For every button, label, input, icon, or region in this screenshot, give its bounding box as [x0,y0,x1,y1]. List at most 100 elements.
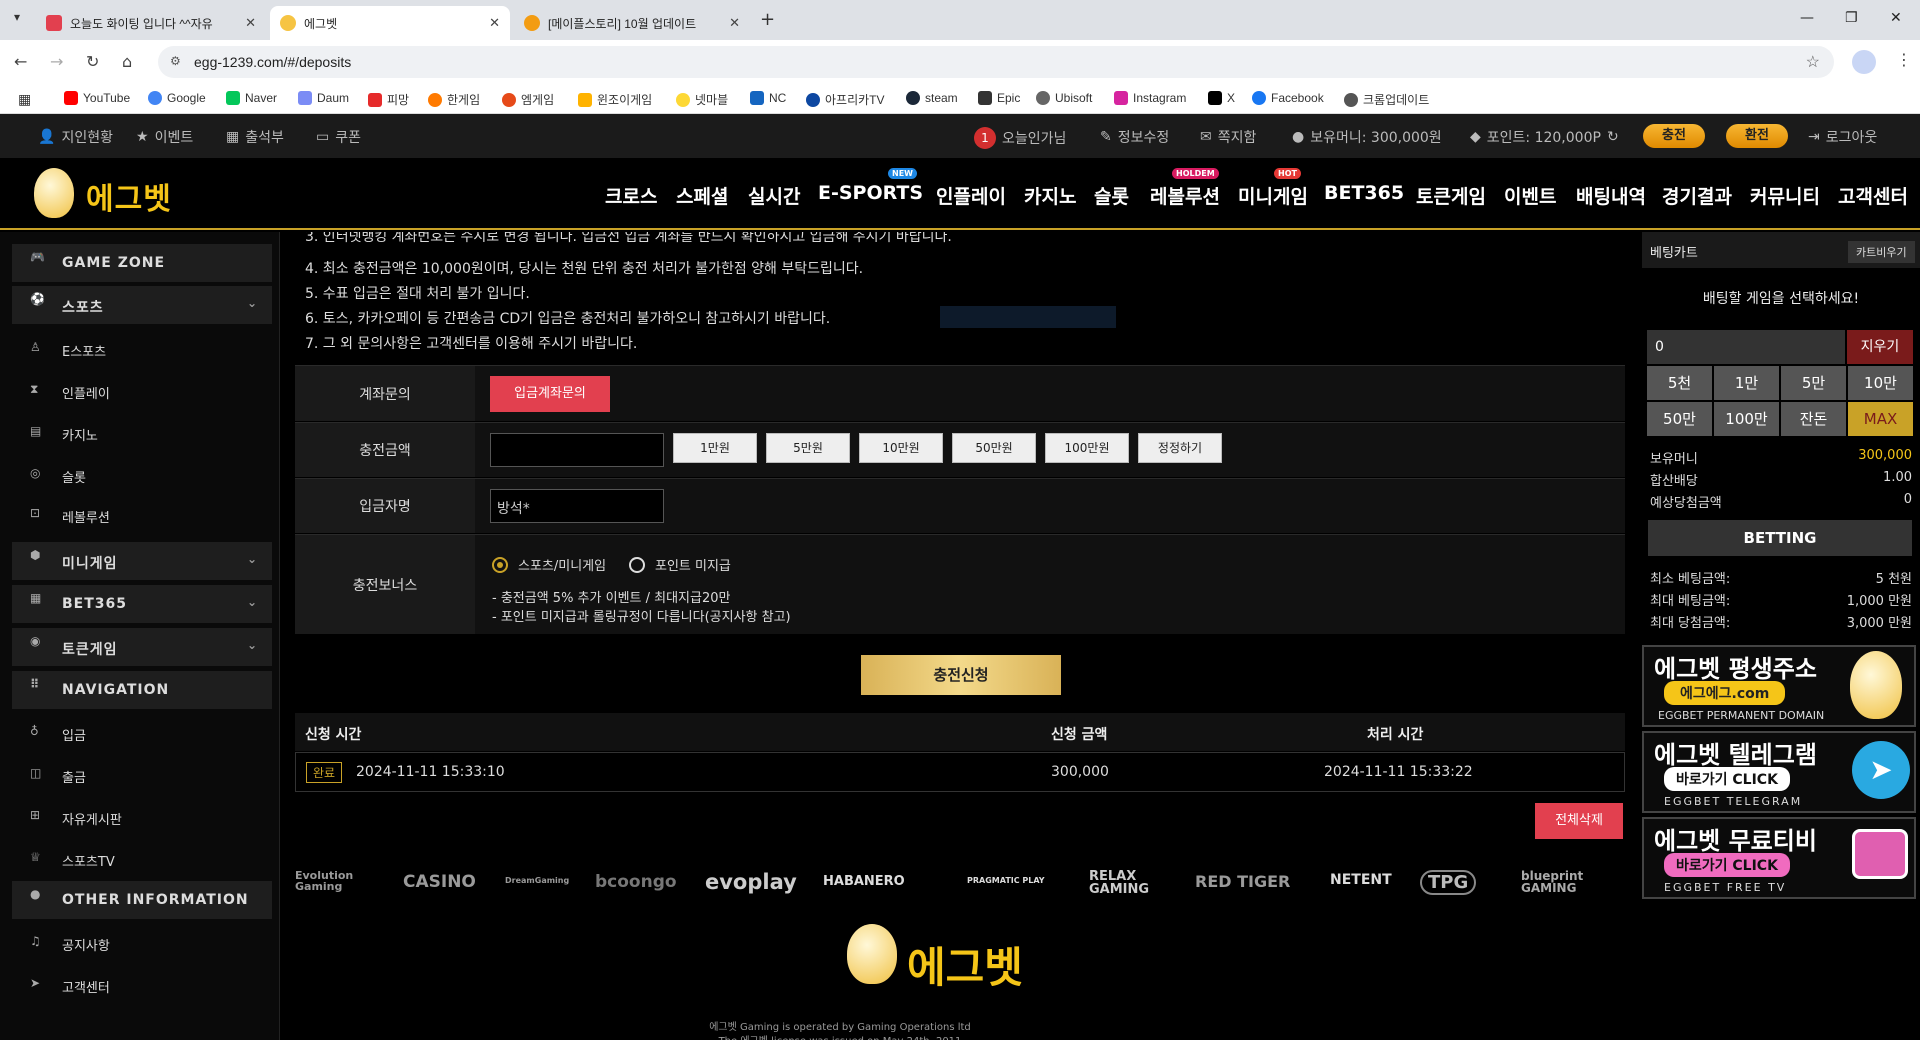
menu-minigame[interactable]: 미니게임 HOT [1238,168,1308,209]
banner-domain[interactable]: 에그벳 평생주소 에그에그.com EGGBET PERMANENT DOMAI… [1642,645,1916,727]
sidebar-item-board[interactable]: ⊞ 자유게시판 [12,802,272,832]
sidebar-item-deposit[interactable]: ♁ 입금 [12,718,272,748]
bookmark-winjoy[interactable]: 윈조이게임 [578,91,652,108]
clear-cart-button[interactable]: 카트비우기 [1848,241,1915,263]
topbar-attendance[interactable]: ▦ 출석부 [226,127,284,147]
bet-10k-button[interactable]: 1만 [1714,366,1779,400]
window-close-icon[interactable]: ✕ [1890,10,1902,26]
sidebar-bet365[interactable]: ▦ BET365 ⌄ [12,585,272,623]
bookmark-chrome-update[interactable]: 크롬업데이트 [1344,91,1429,108]
menu-casino[interactable]: 카지노 [1024,182,1076,209]
sidebar-item-support[interactable]: ➤ 고객센터 [12,970,272,1000]
new-tab-button[interactable]: + [760,9,775,30]
bookmark-steam[interactable]: steam [906,91,958,105]
amount-5man-button[interactable]: 5만원 [766,433,850,463]
bookmark-google[interactable]: Google [148,91,206,105]
topbar-events[interactable]: ★ 이벤트 [136,127,193,147]
bookmark-pmang[interactable]: 피망 [368,91,409,108]
bonus-option-sports[interactable]: 스포츠/미니게임 [492,555,606,574]
bookmark-instagram[interactable]: Instagram [1114,91,1186,105]
site-info-icon[interactable]: ⚙ [170,54,181,68]
amount-50man-button[interactable]: 50만원 [952,433,1036,463]
radio-checked-icon[interactable] [492,556,508,573]
menu-bet-history[interactable]: 배팅내역 [1576,182,1646,209]
bookmark-daum[interactable]: Daum [298,91,349,105]
home-icon[interactable]: ⌂ [122,52,132,71]
amount-reset-button[interactable]: 정정하기 [1138,433,1222,463]
browser-tab[interactable]: [메이플스토리] 10월 업데이트 ✕ [514,6,750,40]
close-icon[interactable]: ✕ [489,15,500,31]
restore-icon[interactable]: ❐ [1845,10,1858,26]
bet-100k-button[interactable]: 10만 [1848,366,1913,400]
sidebar-sports[interactable]: ⚽ 스포츠 ⌄ [12,286,272,324]
submit-charge-button[interactable]: 충전신청 [861,655,1061,695]
bonus-option-nopoint[interactable]: 포인트 미지급 [629,555,731,574]
bet-500k-button[interactable]: 50만 [1647,402,1712,436]
bookmark-star-icon[interactable]: ☆ [1806,52,1820,72]
amount-1man-button[interactable]: 1만원 [673,433,757,463]
logout-button[interactable]: ⇥ 로그아웃 [1808,127,1877,147]
tab-search-icon[interactable]: ▾ [14,10,20,24]
site-logo[interactable]: 에그벳 [86,174,172,218]
bookmark-facebook[interactable]: Facebook [1252,91,1324,105]
banner-tv[interactable]: 에그벳 무료티비 바로가기 CLICK EGGBET FREE TV [1642,817,1916,899]
amount-10man-button[interactable]: 10만원 [859,433,943,463]
menu-esports[interactable]: E-SPORTS NEW [818,168,923,204]
bet-50k-button[interactable]: 5만 [1781,366,1846,400]
sidebar-item-withdraw[interactable]: ◫ 출금 [12,760,272,790]
browser-tab-active[interactable]: 에그벳 ✕ [270,6,510,40]
bet-amount-input[interactable]: 0 [1647,330,1845,364]
sidebar-token-game[interactable]: ◉ 토큰게임 ⌄ [12,628,272,666]
menu-cross[interactable]: 크로스 [605,182,657,209]
topbar-messages[interactable]: ✉ 쪽지함 [1200,127,1256,147]
menu-community[interactable]: 커뮤니티 [1750,182,1820,209]
browser-tab[interactable]: 오늘도 화이팅 입니다 ^^자유 ✕ [36,6,266,40]
bookmark-hangame[interactable]: 한게임 [428,91,480,108]
forward-icon[interactable]: → [50,52,63,71]
bet-change-button[interactable]: 잔돈 [1781,402,1846,436]
menu-event[interactable]: 이벤트 [1504,182,1556,209]
bet-5k-button[interactable]: 5천 [1647,366,1712,400]
back-icon[interactable]: ← [14,52,27,71]
sidebar-item-revolution[interactable]: ⊡ 레볼루션 [12,500,272,530]
depositor-name-input[interactable]: 방석* [490,489,664,523]
bet-max-button[interactable]: MAX [1848,402,1913,436]
sidebar-minigame[interactable]: ⬢ 미니게임 ⌄ [12,542,272,580]
url-input[interactable]: ⚙ egg-1239.com/#/deposits ☆ [158,46,1834,78]
reload-icon[interactable]: ↻ [86,52,99,71]
close-icon[interactable]: ✕ [245,15,256,31]
bookmark-epic[interactable]: Epic [978,91,1020,105]
bookmark-x[interactable]: X [1208,91,1235,105]
bookmark-netmarble[interactable]: 넷마블 [676,91,728,108]
menu-special[interactable]: 스페셜 [676,182,728,209]
close-icon[interactable]: ✕ [729,15,740,31]
erase-button[interactable]: 지우기 [1847,330,1913,364]
profile-avatar[interactable] [1852,50,1876,74]
menu-support[interactable]: 고객센터 [1838,182,1908,209]
sidebar-item-esports[interactable]: ♙ E스포츠 [12,334,272,364]
topbar-coupon[interactable]: ▭ 쿠폰 [316,127,361,147]
delete-all-button[interactable]: 전체삭제 [1535,803,1623,839]
menu-bet365[interactable]: BET365 [1324,182,1404,204]
sidebar-item-notice[interactable]: ♫ 공지사항 [12,928,272,958]
menu-token-game[interactable]: 토큰게임 [1416,182,1486,209]
sidebar-item-sportstv[interactable]: ♕ 스포츠TV [12,844,272,874]
topbar-profile-edit[interactable]: ✎ 정보수정 [1100,127,1169,147]
amount-input[interactable] [490,433,664,467]
banner-telegram[interactable]: 에그벳 텔레그램 바로가기 CLICK EGGBET TELEGRAM ➤ [1642,731,1916,813]
refresh-icon[interactable]: ↻ [1607,129,1619,145]
bookmark-mgame[interactable]: 엠게임 [502,91,554,108]
menu-inplay[interactable]: 인플레이 [936,182,1006,209]
betting-button[interactable]: BETTING [1648,520,1912,556]
menu-live[interactable]: 실시간 [748,182,800,209]
sidebar-item-slot[interactable]: ◎ 슬롯 [12,460,272,490]
bookmark-nc[interactable]: NC [750,91,786,105]
radio-unchecked-icon[interactable] [629,556,645,573]
exchange-button[interactable]: 환전 [1726,124,1788,148]
topbar-user[interactable]: 1 오늘인가님 [974,127,1066,149]
minimize-icon[interactable]: — [1800,10,1814,26]
bookmark-naver[interactable]: Naver [226,91,277,105]
menu-results[interactable]: 경기결과 [1662,182,1732,209]
menu-slot[interactable]: 슬롯 [1094,182,1129,209]
sidebar-item-casino[interactable]: ▤ 카지노 [12,418,272,448]
